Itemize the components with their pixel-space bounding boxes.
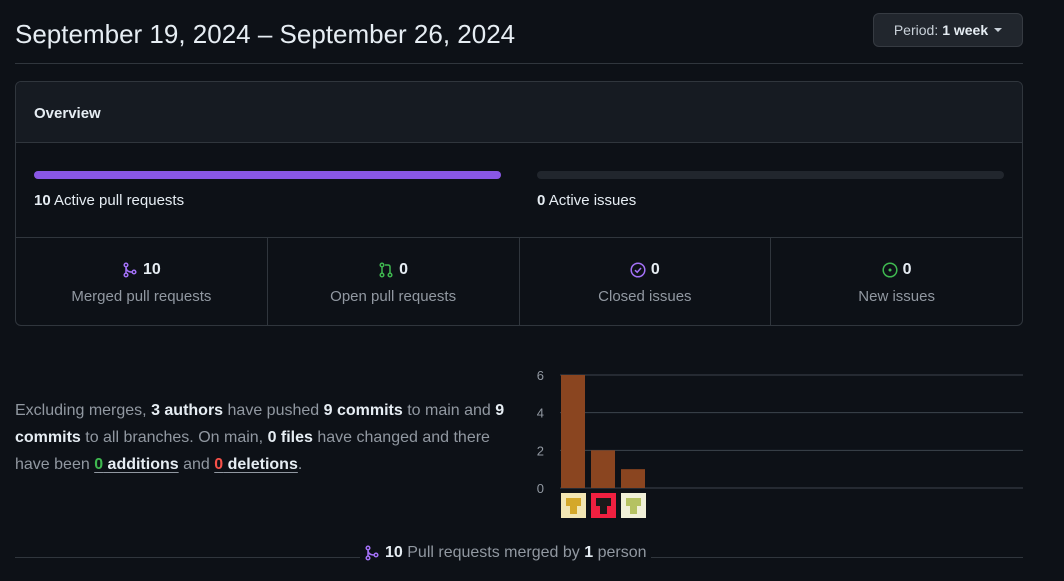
stat-merged-prs[interactable]: 10 Merged pull requests <box>16 238 268 325</box>
merged-by-count: 1 <box>584 544 594 561</box>
overview-stats-row: 10 Merged pull requests 0 Open pull requ… <box>16 237 1022 325</box>
stat-open-prs-label: Open pull requests <box>330 288 457 305</box>
active-pr-bar[interactable] <box>34 171 501 179</box>
stat-new-issues[interactable]: 0 New issues <box>771 238 1022 325</box>
active-pr-link[interactable]: 10 Active pull requests <box>34 192 184 209</box>
stat-new-issues-value: 0 <box>902 261 912 278</box>
chart-bar <box>591 450 615 488</box>
chart-bar <box>561 375 585 488</box>
summary-text: to all branches. On main, <box>80 429 268 446</box>
merged-pr-icon <box>123 262 137 278</box>
active-issues-bar[interactable] <box>537 171 1004 179</box>
active-pr-count: 10 <box>34 192 51 209</box>
overview-box: Overview 10 Active pull requests 0 Activ… <box>15 81 1023 326</box>
merged-pr-count: 10 <box>385 544 403 561</box>
active-pr-label: Active pull requests <box>54 192 185 209</box>
active-issues-label: Active issues <box>548 192 637 209</box>
contributors-bar-chart: 0 2 4 6 <box>530 362 1024 522</box>
summary-text: Excluding merges, <box>15 402 152 419</box>
open-pr-icon <box>379 262 393 278</box>
authors-count: 3 authors <box>151 402 224 419</box>
commit-summary: Excluding merges, 3 authors have pushed … <box>15 397 515 478</box>
stat-open-prs-value: 0 <box>399 261 409 278</box>
closed-issue-icon <box>630 262 646 278</box>
footer-text-1: Pull requests merged by <box>402 544 585 561</box>
stat-closed-issues-label: Closed issues <box>598 288 692 305</box>
merged-pr-icon <box>365 545 379 561</box>
summary-text: . <box>297 456 303 473</box>
overview-header: Overview <box>16 82 1022 143</box>
period-dropdown-button[interactable]: Period: 1 week <box>873 13 1023 47</box>
deletions-count: 0 <box>214 456 224 473</box>
period-label: Period: <box>893 22 939 38</box>
new-issue-icon <box>882 262 898 278</box>
pulse-page: September 19, 2024 – September 26, 2024 … <box>0 0 1064 581</box>
y-tick-label: 4 <box>537 406 544 421</box>
stat-new-issues-label: New issues <box>858 288 935 305</box>
overview-title: Overview <box>34 105 101 122</box>
stat-closed-issues[interactable]: 0 Closed issues <box>520 238 772 325</box>
contributor-avatar[interactable] <box>561 493 586 518</box>
merged-pr-summary: 10 Pull requests merged by 1 person <box>360 544 651 562</box>
files-changed-count: 0 files <box>267 429 313 446</box>
stat-open-prs[interactable]: 0 Open pull requests <box>268 238 520 325</box>
deletions-word: deletions <box>223 456 298 473</box>
commits-main-count: 9 commits <box>323 402 403 419</box>
summary-text: to main and <box>402 402 496 419</box>
contributor-avatar[interactable] <box>621 493 646 518</box>
pulse-header: September 19, 2024 – September 26, 2024 … <box>15 0 1023 64</box>
stat-closed-issues-value: 0 <box>650 261 660 278</box>
additions-word: additions <box>103 456 179 473</box>
active-issues-link[interactable]: 0 Active issues <box>537 192 636 209</box>
stat-merged-prs-value: 10 <box>142 261 161 278</box>
y-tick-label: 6 <box>537 368 544 383</box>
chart-svg: 0 2 4 6 <box>537 368 1023 518</box>
summary-text: and <box>178 456 215 473</box>
period-value: 1 week <box>942 22 989 38</box>
active-pr-bar-fill <box>34 171 501 179</box>
deletions-link[interactable]: 0 deletions <box>214 456 298 473</box>
date-range-title: September 19, 2024 – September 26, 2024 <box>15 19 516 49</box>
chart-bar <box>621 469 645 488</box>
footer-text-2: person <box>593 544 647 561</box>
stat-merged-prs-label: Merged pull requests <box>71 288 212 305</box>
additions-count: 0 <box>94 456 104 473</box>
summary-text: have pushed <box>223 402 324 419</box>
additions-link[interactable]: 0 additions <box>94 456 178 473</box>
y-tick-label: 2 <box>537 443 544 458</box>
active-issues-count: 0 <box>537 192 546 209</box>
y-tick-label: 0 <box>537 481 544 496</box>
caret-down-icon <box>994 28 1003 32</box>
contributor-avatar[interactable] <box>591 493 616 518</box>
